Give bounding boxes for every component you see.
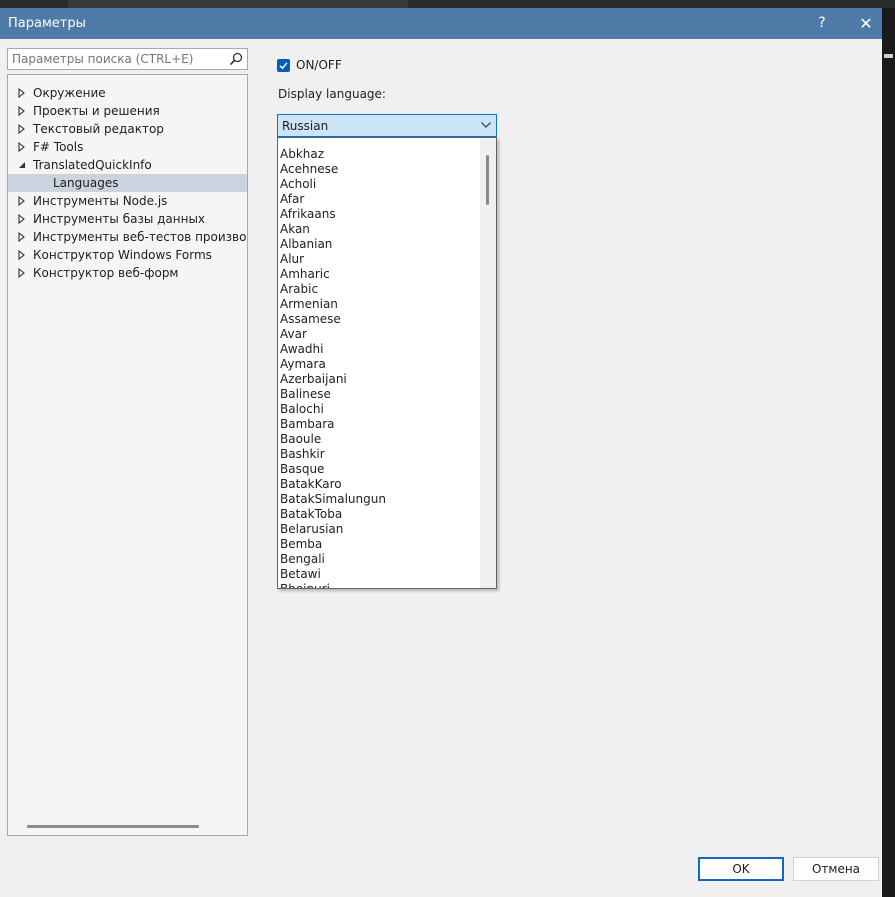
language-option[interactable]: Acehnese (280, 162, 480, 177)
language-option[interactable]: Amharic (280, 267, 480, 282)
tree-item[interactable]: TranslatedQuickInfo (8, 156, 247, 174)
language-option[interactable]: Acholi (280, 177, 480, 192)
language-option[interactable]: Armenian (280, 297, 480, 312)
selected-language: Russian (282, 119, 329, 133)
dropdown-scrollbar[interactable] (480, 138, 496, 588)
tree-item[interactable]: Конструктор веб-форм (8, 264, 247, 282)
tree-item[interactable]: Текстовый редактор (8, 120, 247, 138)
background-edge (882, 8, 895, 897)
language-option[interactable]: Albanian (280, 237, 480, 252)
cancel-button[interactable]: Отмена (793, 857, 879, 881)
background-strip (0, 0, 895, 8)
tree-item-label: F# Tools (33, 140, 84, 154)
language-option[interactable]: Azerbaijani (280, 372, 480, 387)
language-option[interactable]: Bambara (280, 417, 480, 432)
tree-item-label: Languages (53, 176, 119, 190)
tree-item-label: Инструменты базы данных (33, 212, 206, 226)
options-search-box (7, 48, 248, 70)
language-option[interactable]: Avar (280, 327, 480, 342)
onoff-checkbox[interactable] (277, 59, 290, 72)
language-option[interactable]: Akan (280, 222, 480, 237)
language-dropdown-list: Bhojpuri Betawi Bengali Bemba Belarusian Bata… (277, 137, 497, 589)
language-option[interactable]: Basque (280, 462, 480, 477)
tree-item-label: Проекты и решения (33, 104, 160, 118)
language-option[interactable]: Alur (280, 252, 480, 267)
collapsed-triangle-icon[interactable] (17, 232, 26, 242)
tree-item-label: Текстовый редактор (33, 122, 164, 136)
language-option[interactable]: BatakSimalungun (280, 492, 480, 507)
background-tab (68, 0, 408, 8)
background-mark (884, 54, 893, 58)
collapsed-triangle-icon[interactable] (17, 250, 26, 260)
tree-item-label: Окружение (33, 86, 106, 100)
display-language-label: Display language: (278, 87, 386, 101)
language-option[interactable]: Betawi (280, 567, 480, 582)
language-option[interactable]: Afrikaans (280, 207, 480, 222)
tree-item-label: Конструктор Windows Forms (33, 248, 212, 262)
language-option[interactable]: Arabic (280, 282, 480, 297)
tree-item-label: Инструменты Node.js (33, 194, 168, 208)
tree-item[interactable]: Инструменты Node.js (8, 192, 247, 210)
options-dialog: Параметры ? ✕ Окружение Проекты и решения… (0, 8, 882, 897)
tree-item[interactable]: Окружение (8, 84, 247, 102)
collapsed-triangle-icon[interactable] (17, 268, 26, 278)
language-option[interactable]: Balochi (280, 402, 480, 417)
language-option[interactable]: Bengali (280, 552, 480, 567)
close-button[interactable]: ✕ (852, 11, 880, 36)
tree-item-label: Конструктор веб-форм (33, 266, 179, 280)
language-option[interactable]: Awadhi (280, 342, 480, 357)
language-option[interactable]: Belarusian (280, 522, 480, 537)
dropdown-scroll-thumb[interactable] (486, 155, 489, 205)
checkmark-icon (279, 62, 288, 70)
ok-button[interactable]: OK (698, 857, 784, 881)
language-option[interactable]: Afar (280, 192, 480, 207)
language-option[interactable]: Bemba (280, 537, 480, 552)
language-option[interactable]: Assamese (280, 312, 480, 327)
language-option[interactable]: BatakKaro (280, 477, 480, 492)
tree-item[interactable]: Конструктор Windows Forms (8, 246, 247, 264)
language-option[interactable]: Abkhaz (280, 147, 480, 162)
tree-item[interactable]: Languages (8, 174, 247, 192)
search-icon[interactable] (228, 51, 244, 67)
collapsed-triangle-icon[interactable] (17, 142, 26, 152)
tree-item-label: TranslatedQuickInfo (33, 158, 152, 172)
language-option[interactable]: BatakToba (280, 507, 480, 522)
display-language-combobox[interactable]: Russian (277, 114, 497, 137)
language-option[interactable]: Balinese (280, 387, 480, 402)
expanded-triangle-icon[interactable] (17, 160, 26, 170)
chevron-down-icon (481, 122, 491, 128)
collapsed-triangle-icon[interactable] (17, 196, 26, 206)
language-option[interactable]: Baoule (280, 432, 480, 447)
tree-item-label: Инструменты веб-тестов производительност… (33, 230, 247, 244)
tree-item[interactable]: Инструменты базы данных (8, 210, 247, 228)
collapsed-triangle-icon[interactable] (17, 88, 26, 98)
collapsed-triangle-icon[interactable] (17, 106, 26, 116)
window-title: Параметры (8, 16, 86, 31)
options-tree: Окружение Проекты и решения Текстовый реда… (7, 74, 248, 836)
tree-item[interactable]: Проекты и решения (8, 102, 247, 120)
tree-item[interactable]: F# Tools (8, 138, 247, 156)
title-bar: Параметры ? ✕ (0, 8, 882, 39)
tree-item[interactable]: Инструменты веб-тестов производительност… (8, 228, 247, 246)
collapsed-triangle-icon[interactable] (17, 214, 26, 224)
help-button[interactable]: ? (808, 11, 836, 36)
language-option[interactable]: Aymara (280, 357, 480, 372)
collapsed-triangle-icon[interactable] (17, 124, 26, 134)
onoff-label[interactable]: ON/OFF (296, 58, 342, 72)
language-option[interactable]: Bhojpuri (280, 582, 480, 588)
tree-horizontal-scrollbar[interactable] (27, 825, 199, 828)
language-option[interactable]: Bashkir (280, 447, 480, 462)
search-input[interactable] (12, 51, 222, 67)
